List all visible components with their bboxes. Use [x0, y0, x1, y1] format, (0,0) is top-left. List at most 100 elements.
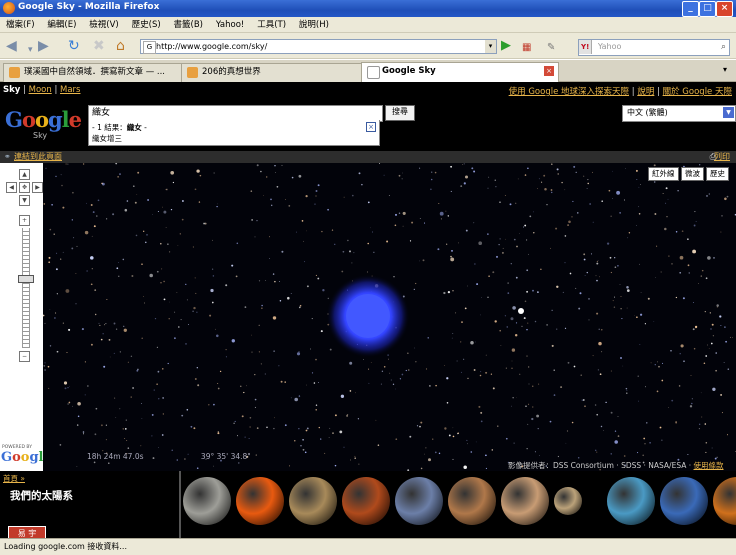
zoom-out-icon[interactable]: − [19, 351, 30, 362]
logo-sub: Sky [33, 131, 48, 140]
planet-moon-icon[interactable] [183, 477, 231, 525]
status-bar: Loading google.com 接收資料... [0, 538, 736, 555]
planet-jupiter-icon[interactable] [501, 477, 549, 525]
forward-arrow-icon[interactable]: ▶ [38, 38, 49, 54]
credits-text: 影像提供者：DSS Consortium · SDSS · NASA/ESA · [508, 461, 694, 470]
planet-earth-icon[interactable] [395, 477, 443, 525]
maximize-button[interactable]: □ [699, 1, 716, 17]
link-chain-icon: ⚭ [4, 152, 11, 161]
google-sky-logo[interactable]: Google Sky [5, 107, 82, 140]
menu-yahoo[interactable]: Yahoo! [216, 17, 244, 33]
tab-206[interactable]: 206的真想世界 × [181, 63, 379, 82]
help-link[interactable]: 說明 [637, 87, 654, 97]
chevron-down-icon[interactable]: ▼ [723, 107, 734, 118]
bar-divider [179, 471, 181, 538]
language-value: 中文 (繁體) [627, 108, 668, 117]
sky-link[interactable]: Sky [3, 85, 20, 95]
back-arrow-icon[interactable]: ◀ [6, 38, 17, 54]
print-link[interactable]: 列印 [714, 151, 730, 163]
tab-label: Google Sky [382, 66, 436, 76]
star-field[interactable] [43, 163, 736, 471]
logo-text: Google [5, 107, 82, 132]
close-button[interactable]: × [716, 1, 733, 17]
tab-favicon-icon [367, 66, 380, 79]
mars-link[interactable]: Mars [60, 85, 80, 95]
link-separator: | [657, 87, 660, 97]
zoom-slider-thumb[interactable] [18, 275, 34, 283]
pan-left-icon[interactable]: ◀ [6, 182, 17, 193]
pan-down-icon[interactable]: ▼ [19, 195, 30, 206]
menu-bookmarks[interactable]: 書籤(B) [174, 17, 203, 33]
pan-right-icon[interactable]: ▶ [32, 182, 43, 193]
search-button[interactable]: 搜尋 [385, 105, 415, 121]
stop-icon[interactable]: ✖ [93, 38, 105, 54]
link-to-page[interactable]: 連結到此頁面 [14, 151, 62, 163]
layer-infrared-button[interactable]: 紅外線 [648, 167, 679, 181]
suggestion-item[interactable]: 織女增三 [92, 133, 122, 144]
suggestion-prefix: - 1 結果： [92, 123, 127, 132]
planet-sun-icon[interactable] [236, 477, 284, 525]
pan-up-icon[interactable]: ▲ [19, 169, 30, 180]
tab-close-icon[interactable]: × [544, 66, 554, 76]
planet-saturn-icon[interactable] [554, 487, 582, 515]
sky-viewport[interactable]: 紅外線 微波 歷史 18h 24m 47.0s 39° 35' 34.8" 影像… [43, 163, 736, 471]
language-select[interactable]: 中文 (繁體) ▼ [622, 105, 736, 122]
suggestion-bold: 織女 [126, 123, 142, 132]
go-arrow-icon[interactable]: ▶ [501, 38, 511, 53]
address-dropdown-icon[interactable]: ▾ [485, 40, 496, 53]
navigation-toolbar: ◀ ▾ ▶ ↻ ✖ ⌂ G http://www.google.com/sky/… [0, 33, 736, 59]
right-ascension: 18h 24m 47.0s [87, 452, 144, 461]
planet-uranus-icon[interactable] [607, 477, 655, 525]
addon-tool-icon[interactable]: ✎ [547, 40, 555, 56]
planet-venus-icon[interactable] [342, 477, 390, 525]
pan-center-icon[interactable]: ✥ [19, 182, 30, 193]
google-earth-link[interactable]: 使用 Google 地球深入探索天際 [509, 87, 629, 97]
terms-link[interactable]: 使用條款 [694, 461, 724, 470]
menu-tools[interactable]: 工具(T) [257, 17, 286, 33]
firefox-icon [3, 2, 15, 14]
tab-pxjh[interactable]: 璞溪國中自然領域．撰寫新文章 — ... × [3, 63, 199, 82]
reload-icon[interactable]: ↻ [68, 38, 80, 54]
top-link-strip: Sky | Moon | Mars 使用 Google 地球深入探索天際 | 說… [0, 82, 736, 99]
minimize-button[interactable]: _ [682, 1, 699, 17]
suggestion-result[interactable]: - 1 結果：織女 - [92, 122, 147, 133]
map-control-panel: ▲ ◀ ✥ ▶ ▼ + − POWERED BY Google [0, 163, 52, 471]
menu-view[interactable]: 檢視(V) [89, 17, 118, 33]
tab-favicon-icon [187, 67, 198, 78]
declination: 39° 35' 34.8" [200, 452, 251, 461]
planet-pluto-icon[interactable] [713, 477, 736, 525]
planet-neptune-icon[interactable] [660, 477, 708, 525]
layer-microwave-button[interactable]: 微波 [681, 167, 704, 181]
search-box[interactable]: Y! Yahoo ⌕ [578, 39, 730, 56]
about-link[interactable]: 關於 Google 天際 [663, 87, 732, 97]
suggestion-close-icon[interactable]: × [366, 122, 376, 132]
link-bar: ⚭ 連結到此頁面 ⎙ 列印 [0, 151, 736, 163]
menu-help[interactable]: 說明(H) [299, 17, 329, 33]
planet-mars-icon[interactable] [448, 477, 496, 525]
menu-edit[interactable]: 編輯(E) [47, 17, 76, 33]
moon-link[interactable]: Moon [29, 85, 52, 95]
home-icon[interactable]: ⌂ [116, 38, 125, 54]
search-row: Google Sky 織女 - 1 結果：織女 - 織女增三 × 搜尋 中文 (… [0, 99, 736, 151]
zoom-in-icon[interactable]: + [19, 215, 30, 226]
address-bar[interactable]: G http://www.google.com/sky/ [140, 39, 497, 54]
address-text: http://www.google.com/sky/ [156, 42, 268, 51]
menu-history[interactable]: 歷史(S) [132, 17, 161, 33]
menu-bar: 檔案(F) 編輯(E) 檢視(V) 歷史(S) 書籤(B) Yahoo! 工具(… [0, 17, 736, 33]
zoom-slider-track[interactable] [22, 228, 30, 348]
layer-historical-button[interactable]: 歷史 [706, 167, 729, 181]
link-separator: | [54, 85, 58, 95]
search-magnifier-icon[interactable]: ⌕ [721, 40, 726, 54]
addon-grid-icon[interactable]: ▦ [522, 40, 531, 56]
tab-list-icon[interactable]: ▾ [723, 65, 727, 74]
back-dropdown-icon[interactable]: ▾ [28, 42, 33, 58]
search-suggestions: - 1 結果：織女 - 織女增三 × [88, 120, 380, 146]
coordinate-readout: 18h 24m 47.0s 39° 35' 34.8" [87, 452, 306, 461]
planet-mercury-icon[interactable] [289, 477, 337, 525]
menu-file[interactable]: 檔案(F) [6, 17, 35, 33]
home-breadcrumb[interactable]: 首頁 » [3, 473, 25, 484]
search-engine-icon[interactable]: Y! [579, 40, 593, 54]
solar-system-title: 我們的太陽系 [10, 490, 73, 502]
tab-label: 206的真想世界 [202, 67, 261, 77]
tab-google-sky[interactable]: Google Sky × [361, 62, 559, 83]
